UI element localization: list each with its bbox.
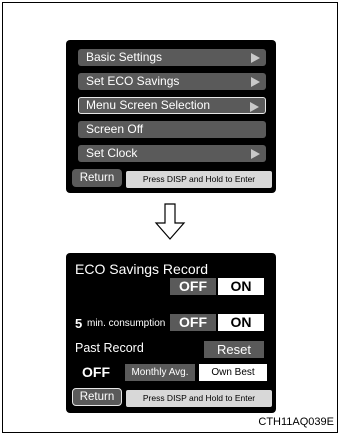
hint-bar: Press DISP and Hold to Enter (126, 390, 272, 407)
menu-screen: Basic Settings Set ECO Savings Menu Scre… (66, 40, 276, 193)
eco-savings-screen: ECO Savings Record OFF ON 5 min. consump… (66, 253, 276, 413)
menu-item-basic-settings[interactable]: Basic Settings (78, 49, 266, 66)
return-button[interactable]: Return (72, 169, 122, 187)
right-arrow-icon (251, 77, 260, 87)
right-arrow-icon (251, 53, 260, 63)
own-best-option[interactable]: Own Best (199, 364, 267, 381)
right-arrow-icon (250, 102, 259, 112)
menu-item-label: Set Clock (86, 146, 138, 160)
past-record-label: Past Record (75, 341, 144, 355)
consumption-label: min. consumption (87, 318, 166, 329)
monthly-avg-option[interactable]: Monthly Avg. (125, 364, 195, 381)
consumption-on-option[interactable]: ON (218, 314, 264, 331)
hint-bar: Press DISP and Hold to Enter (126, 171, 272, 188)
consumption-value: 5 (75, 316, 83, 331)
menu-item-menu-screen-selection[interactable]: Menu Screen Selection (78, 97, 266, 114)
menu-item-label: Set ECO Savings (86, 74, 180, 88)
down-arrow-icon (154, 203, 186, 240)
consumption-off-option[interactable]: OFF (170, 314, 216, 331)
past-off-option[interactable]: OFF (70, 364, 122, 381)
menu-item-set-eco-savings[interactable]: Set ECO Savings (78, 73, 266, 90)
menu-item-label: Menu Screen Selection (86, 98, 211, 112)
reset-button[interactable]: Reset (204, 341, 264, 358)
record-off-option[interactable]: OFF (170, 278, 216, 295)
right-arrow-icon (251, 149, 260, 159)
menu-item-screen-off[interactable]: Screen Off (78, 121, 266, 138)
return-button[interactable]: Return (72, 388, 122, 406)
figure-caption: CTH11AQ039E (258, 416, 334, 428)
eco-savings-title: ECO Savings Record (75, 261, 209, 277)
record-on-option[interactable]: ON (218, 278, 264, 295)
menu-item-label: Screen Off (86, 122, 144, 136)
menu-item-set-clock[interactable]: Set Clock (78, 145, 266, 162)
menu-item-label: Basic Settings (86, 50, 163, 64)
